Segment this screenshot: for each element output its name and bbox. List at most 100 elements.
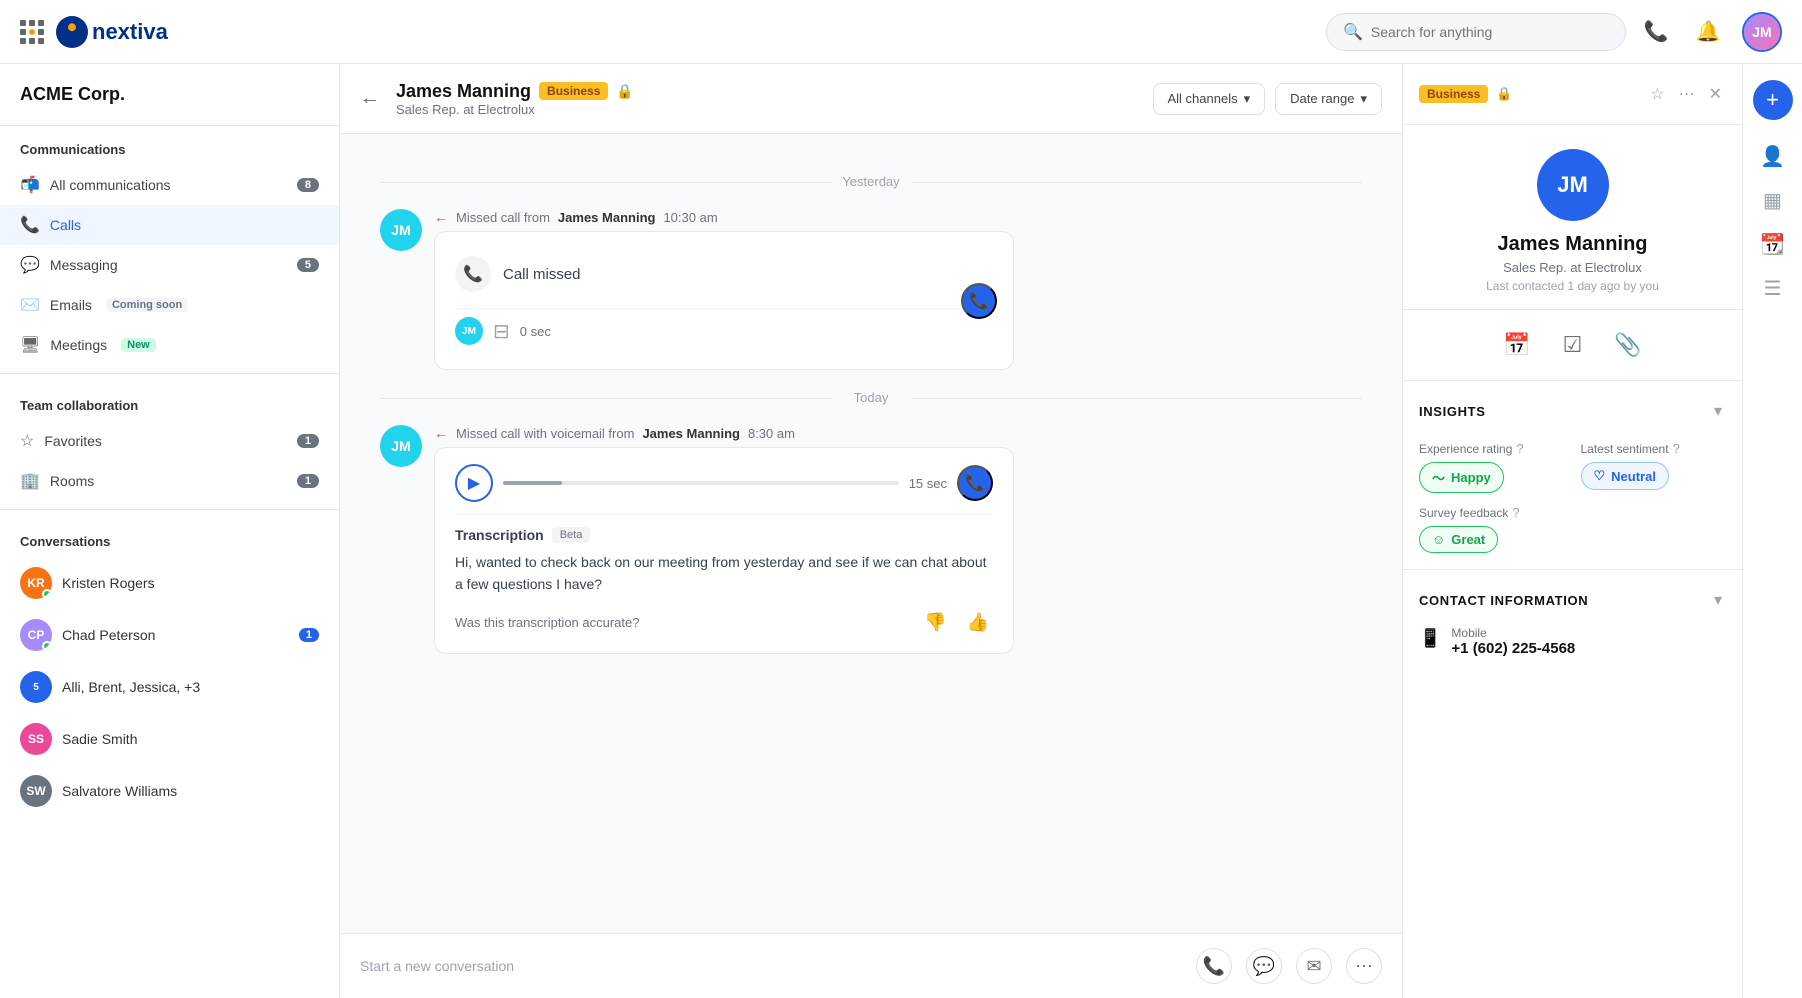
more-actions-button[interactable]: ⋯ bbox=[1346, 948, 1382, 984]
calls-icon: 📞 bbox=[20, 215, 40, 235]
play-button[interactable]: ▶ bbox=[455, 464, 493, 502]
conversations-section-title: Conversations bbox=[0, 518, 339, 557]
smile-icon: ☺ bbox=[1432, 532, 1445, 547]
contact-info-header: CONTACT INFORMATION ▾ bbox=[1419, 586, 1726, 614]
tasks-icon-btn[interactable]: ☑ bbox=[1557, 326, 1589, 364]
bell-icon-btn[interactable]: 🔔 bbox=[1690, 14, 1726, 50]
email-action-button[interactable]: ✉ bbox=[1296, 948, 1332, 984]
audio-row: ▶ 15 sec 📞 bbox=[455, 464, 993, 502]
date-range-filter[interactable]: Date range ▾ bbox=[1275, 83, 1382, 115]
message-content: ← Missed call from James Manning 10:30 a… bbox=[434, 209, 1362, 370]
apps-grid-icon[interactable] bbox=[20, 20, 44, 44]
all-channels-filter[interactable]: All channels ▾ bbox=[1153, 83, 1266, 115]
channels-label: All channels bbox=[1168, 91, 1238, 106]
back-button[interactable]: ← bbox=[360, 87, 380, 110]
conv-name: Salvatore Williams bbox=[62, 783, 319, 799]
list-item[interactable]: KR Kristen Rogers bbox=[0, 557, 339, 609]
sidebar: ACME Corp. Communications 📬 All communic… bbox=[0, 64, 340, 998]
contact-information-section: CONTACT INFORMATION ▾ 📱 Mobile +1 (602) … bbox=[1403, 570, 1742, 673]
call-back-button[interactable]: 📞 bbox=[961, 283, 997, 319]
contact-info-title: CONTACT INFORMATION bbox=[1419, 593, 1588, 608]
transcription-label: Transcription bbox=[455, 527, 544, 543]
conv-badge: 1 bbox=[299, 628, 319, 642]
missed-label: Missed call with voicemail from bbox=[456, 426, 634, 441]
business-tag: Business bbox=[539, 82, 608, 100]
last-contacted: Last contacted 1 day ago by you bbox=[1419, 279, 1726, 293]
list-item[interactable]: SW Salvatore Williams bbox=[0, 765, 339, 817]
far-right-strip: + 👤 ▦ 📆 ☰ bbox=[1742, 64, 1802, 998]
attachment-icon-btn[interactable]: 📎 bbox=[1608, 326, 1647, 364]
sidebar-item-all-communications[interactable]: 📬 All communications 8 bbox=[0, 165, 339, 205]
more-options-button[interactable]: ⋯ bbox=[1675, 80, 1699, 108]
list-item[interactable]: CP Chad Peterson 1 bbox=[0, 609, 339, 661]
beta-tag: Beta bbox=[552, 527, 591, 543]
messaging-icon: 💬 bbox=[20, 255, 40, 275]
nav-icons: 📞 🔔 JM bbox=[1638, 12, 1782, 52]
search-input[interactable] bbox=[1371, 24, 1609, 40]
calendar-strip-icon-btn[interactable]: 📆 bbox=[1753, 224, 1793, 264]
logo[interactable]: nextiva bbox=[56, 16, 168, 48]
rp-actions: ☆ ⋯ ✕ bbox=[1646, 80, 1726, 108]
conv-name: Chad Peterson bbox=[62, 627, 289, 643]
survey-chip: ☺ Great bbox=[1419, 526, 1498, 553]
transcription-text: Hi, wanted to check back on our meeting … bbox=[455, 551, 993, 596]
add-button[interactable]: + bbox=[1753, 80, 1793, 120]
list-item[interactable]: SS Sadie Smith bbox=[0, 713, 339, 765]
messaging-badge: 5 bbox=[297, 258, 319, 272]
avatar: JM bbox=[1744, 14, 1780, 50]
conv-name: Alli, Brent, Jessica, +3 bbox=[62, 679, 319, 695]
sidebar-item-messaging[interactable]: 💬 Messaging 5 bbox=[0, 245, 339, 285]
sidebar-item-label: All communications bbox=[50, 177, 171, 193]
mobile-number: +1 (602) 225-4568 bbox=[1451, 640, 1575, 657]
phone-action-button[interactable]: 📞 bbox=[1196, 948, 1232, 984]
star-button[interactable]: ☆ bbox=[1646, 80, 1668, 108]
sidebar-item-favorites[interactable]: ☆ Favorites 1 bbox=[0, 421, 339, 461]
sidebar-item-label: Messaging bbox=[50, 257, 118, 273]
logo-icon bbox=[56, 16, 88, 48]
thumbs-up-button[interactable]: 👍 bbox=[963, 608, 993, 637]
right-panel: Business 🔒 ☆ ⋯ ✕ JM James Manning Sales … bbox=[1402, 64, 1742, 998]
communications-section-title: Communications bbox=[0, 126, 339, 165]
all-comms-badge: 8 bbox=[297, 178, 319, 192]
phone-icon-btn[interactable]: 📞 bbox=[1638, 14, 1674, 50]
list-strip-icon-btn[interactable]: ☰ bbox=[1753, 268, 1793, 308]
new-conv-placeholder: Start a new conversation bbox=[360, 958, 1182, 974]
online-indicator bbox=[42, 589, 52, 599]
sidebar-item-meetings[interactable]: 🖥 Meetings New bbox=[0, 325, 339, 365]
audio-progress-fill bbox=[503, 481, 562, 485]
pulse-icon: 〜 bbox=[1432, 468, 1445, 487]
contact-info-collapse-button[interactable]: ▾ bbox=[1710, 586, 1726, 614]
header-controls: All channels ▾ Date range ▾ bbox=[1153, 83, 1383, 115]
sidebar-item-emails[interactable]: ✉️ Emails Coming soon bbox=[0, 285, 339, 325]
audio-progress-bar[interactable] bbox=[503, 481, 899, 485]
sidebar-item-label: Rooms bbox=[50, 473, 94, 489]
missed-arrow-icon: ← bbox=[434, 209, 448, 225]
sentiment-col: Latest sentiment ? ♡ Neutral bbox=[1581, 441, 1727, 493]
business-tag: Business bbox=[1419, 85, 1488, 103]
chevron-down-icon: ▾ bbox=[1360, 91, 1367, 107]
avatar: KR bbox=[20, 567, 52, 599]
rp-action-icons: 📅 ☑ 📎 bbox=[1403, 310, 1742, 381]
grid-icon-btn[interactable]: ▦ bbox=[1753, 180, 1793, 220]
sidebar-item-calls[interactable]: 📞 Calls bbox=[0, 205, 339, 245]
call-back-button[interactable]: 📞 bbox=[957, 465, 993, 501]
user-avatar-btn[interactable]: JM bbox=[1742, 12, 1782, 52]
messages-area: Yesterday JM ← Missed call from James Ma… bbox=[340, 134, 1402, 933]
list-item[interactable]: 5 Alli, Brent, Jessica, +3 bbox=[0, 661, 339, 713]
missed-label: Missed call from bbox=[456, 210, 550, 225]
date-label: Date range bbox=[1290, 91, 1354, 106]
all-comms-icon: 📬 bbox=[20, 175, 40, 195]
thumbs-down-button[interactable]: 👎 bbox=[920, 608, 950, 637]
audio-duration: 15 sec bbox=[909, 476, 947, 491]
message-content: ← Missed call with voicemail from James … bbox=[434, 425, 1362, 654]
message-action-button[interactable]: 💬 bbox=[1246, 948, 1282, 984]
person-icon-btn[interactable]: 👤 bbox=[1753, 136, 1793, 176]
mobile-label: Mobile bbox=[1451, 626, 1575, 640]
sidebar-item-rooms[interactable]: 🏢 Rooms 1 bbox=[0, 461, 339, 501]
call-missed-row: 📞 Call missed 📞 bbox=[455, 248, 993, 300]
insights-collapse-button[interactable]: ▾ bbox=[1710, 397, 1726, 425]
search-bar[interactable]: 🔍 bbox=[1326, 13, 1626, 51]
close-button[interactable]: ✕ bbox=[1705, 80, 1726, 108]
message-group: JM ← Missed call with voicemail from Jam… bbox=[380, 425, 1362, 654]
calendar-icon-btn[interactable]: 📅 bbox=[1497, 326, 1536, 364]
